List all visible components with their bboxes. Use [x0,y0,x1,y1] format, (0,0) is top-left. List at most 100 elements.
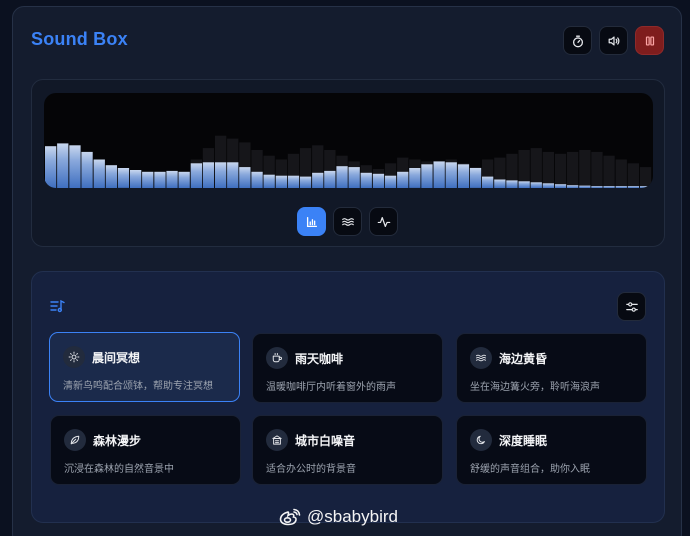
leaf-icon [64,429,86,451]
spectrum-bar [336,166,348,188]
scene-tile-seaside-dusk[interactable]: 海边黄昏 坐在海边篝火旁，聆听海浪声 [456,333,647,403]
mode-bars-button[interactable] [297,207,326,236]
spectrum-bar [263,174,275,188]
bar-chart-icon [306,216,317,227]
scene-description: 沉浸在森林的自然音景中 [64,464,174,475]
spectrum-bar [275,175,287,188]
spectrum-ghost-bar [579,150,591,188]
spectrum-bar [445,162,457,188]
stop-icon [645,35,654,46]
spectrum-bar [397,171,409,188]
scene-description: 温暖咖啡厅内听着窗外的雨声 [266,382,396,393]
spectrum-bar [299,176,312,188]
volume-icon [608,35,619,46]
spectrum-bar [142,171,154,188]
spectrum-bar [178,171,190,188]
scene-description: 清新鸟鸣配合颂钵，帮助专注冥想 [63,381,213,392]
scenes-panel: 晨间冥想 清新鸟鸣配合颂钵，帮助专注冥想 雨天咖啡 温暖咖啡厅内听着窗外的雨声 … [31,271,665,523]
timer-icon [572,35,583,47]
spectrum-bar [469,168,482,188]
wave-icon [341,217,354,226]
city-icon [266,429,288,451]
spectrum-bar [190,163,202,188]
spectrum-bar [360,172,372,188]
spectrum-bar [518,181,530,188]
spectrum-ghost-bar [530,148,542,188]
app-title: Sound Box [31,29,128,49]
spectrum-bar [457,164,470,188]
sliders-icon [625,301,638,312]
stop-button[interactable] [635,26,664,55]
spectrum-bar [251,171,263,188]
spectrum-ghost-bar [591,151,603,188]
spectrum-bar [57,143,69,188]
spectrum-bar [603,186,615,188]
spectrum-bar [105,165,117,188]
spectrum-bar [482,176,494,188]
spectrum-bar [69,145,81,188]
spectrum-ghost-bar [615,159,627,188]
spectrum-bar [312,172,324,188]
scene-settings-button[interactable] [617,292,646,321]
spectrum-bar [227,162,239,188]
spectrum-bar [372,173,385,188]
spectrum-ghost-bar [639,167,652,188]
spectrum-bar [45,146,57,188]
mode-wave-button[interactable] [333,207,362,236]
scene-name: 深度睡眠 [499,434,548,448]
pulse-icon [377,216,390,227]
scene-tile-deep-sleep[interactable]: 深度睡眠 舒缓的声音组合，助你入眠 [456,415,647,485]
spectrum-bar [627,186,639,188]
timer-button[interactable] [563,26,592,55]
spectrum-bar [409,168,421,188]
spectrum-ghost-bar [567,151,579,188]
spectrum-ghost-bar [542,151,554,188]
scene-description: 舒缓的声音组合，助你入眠 [470,464,590,475]
spectrum-bar [287,175,300,188]
spectrum-bar [130,170,142,188]
scene-name: 雨天咖啡 [295,352,344,366]
spectrum-bar [530,182,542,188]
scene-name: 晨间冥想 [92,351,141,365]
scene-tile-rainy-coffee[interactable]: 雨天咖啡 温暖咖啡厅内听着窗外的雨声 [252,333,443,403]
volume-button[interactable] [599,26,628,55]
scene-name: 海边黄昏 [499,352,548,366]
sun-icon [63,346,85,368]
visualizer-panel [31,79,665,247]
scene-tile-forest-walk[interactable]: 森林漫步 沉浸在森林的自然音景中 [50,415,241,485]
scene-tile-morning-meditation[interactable]: 晨间冥想 清新鸟鸣配合颂钵，帮助专注冥想 [49,332,240,402]
spectrum-bar [215,162,227,188]
spectrum-bar [591,186,603,188]
spectrum-bar [615,186,627,188]
spectrum-bar [154,171,166,188]
spectrum-bar [579,185,591,188]
spectrum-bar [384,175,397,188]
spectrum-bar [494,179,506,188]
sound-box-app: Sound Box 晨间冥想 清新鸟鸣配合颂钵，帮助专注冥想 雨天咖啡 温暖咖啡… [12,6,682,536]
waves-icon [470,347,492,369]
scene-name: 城市白噪音 [295,434,356,448]
spectrum-bar [81,151,93,188]
scene-description: 坐在海边篝火旁，聆听海浪声 [470,382,600,393]
spectrum-bar [117,168,130,188]
spectrum-bar [506,180,518,188]
scene-tile-city-white-noise[interactable]: 城市白噪音 适合办公时的背景音 [252,415,443,485]
spectrum-bar [554,184,567,188]
spectrum-bar [239,167,251,188]
spectrum-bar [433,161,445,188]
coffee-icon [266,347,288,369]
weibo-icon [279,508,301,526]
mode-pulse-button[interactable] [369,207,398,236]
spectrum-bar [202,162,215,188]
spectrum-bar [348,167,360,188]
moon-icon [470,429,492,451]
spectrum-bar [166,170,178,188]
watermark: @sbabybird [278,507,398,527]
spectrum-ghost-bar [603,155,615,188]
watermark-text: @sbabybird [307,507,398,526]
music-list-icon [50,299,65,313]
spectrum-bar [542,183,554,188]
spectrum-bar [567,185,579,188]
spectrum-bar [324,170,336,188]
spectrum-bar [639,186,652,188]
